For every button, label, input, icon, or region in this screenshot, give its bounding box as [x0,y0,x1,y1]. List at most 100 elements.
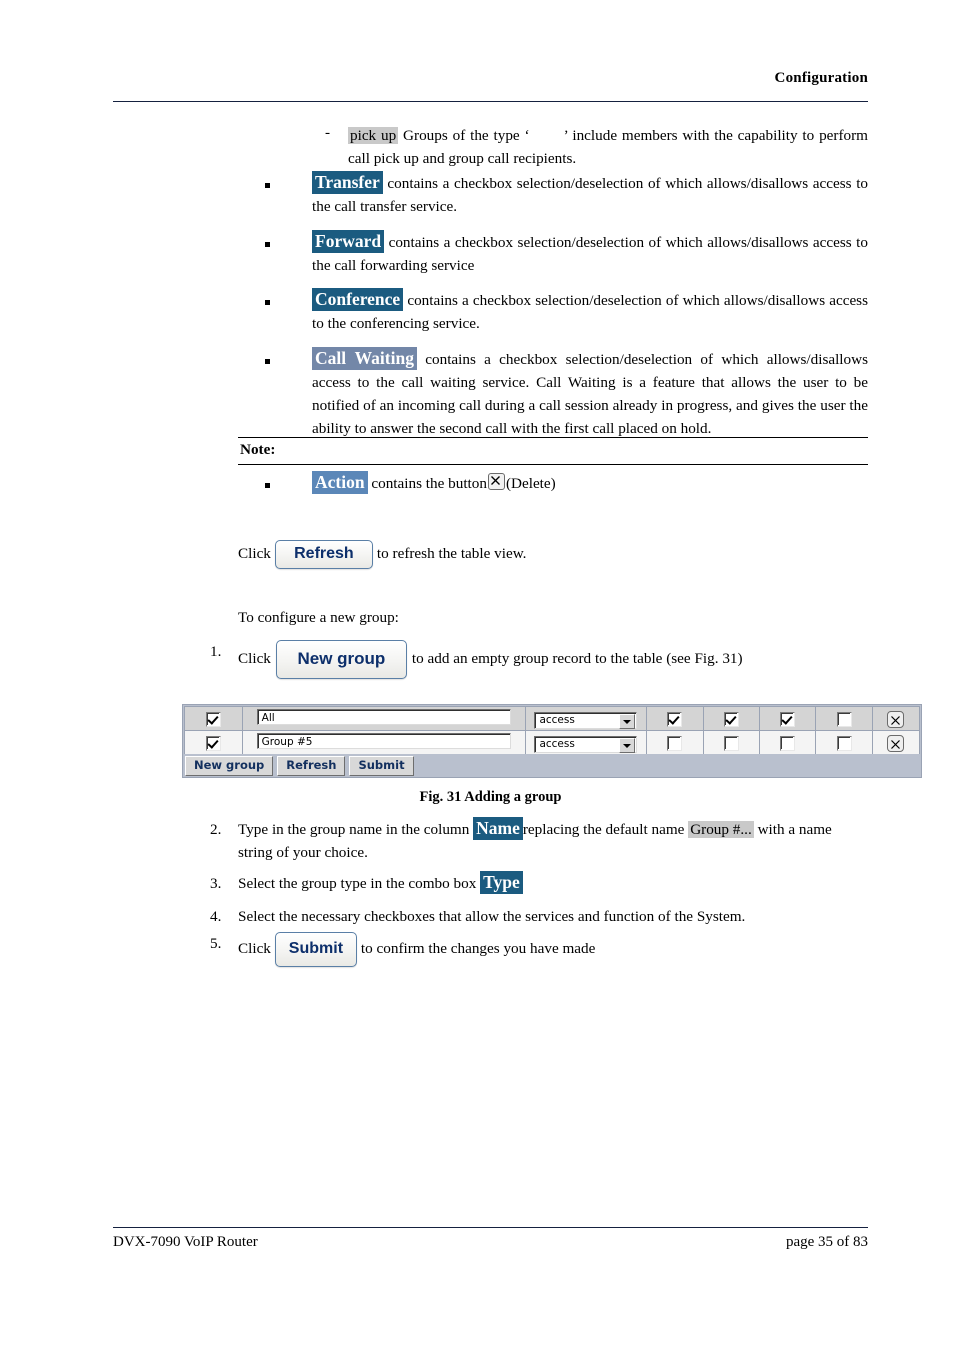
bullet-text: contains a checkbox selection/deselectio… [312,175,869,216]
footer-page-number: page 35 of 83 [785,1234,868,1250]
figure-adding-a-group: All access Group #5 access New group Ref… [182,704,922,778]
row-service-cell-2[interactable] [702,706,761,731]
footer-divider [113,1227,868,1228]
service-bullet-list: Transfer contains a checkbox selection/d… [265,171,869,453]
highlight-default-group-name: Group #... [688,821,754,838]
page-header: Configuration [113,70,868,87]
group-type-select[interactable]: access [534,736,638,753]
step-body: Click New group to add an empty group reco… [238,640,870,679]
table-row: All access [184,706,921,731]
row-service-cell-1[interactable] [646,730,704,755]
row-service-cell-1[interactable] [646,706,704,731]
highlight-forward: Forward [312,229,385,253]
group-type-select[interactable]: access [534,712,638,729]
bullet-body: Forward contains a checkbox selection/de… [312,229,868,278]
step-number: 5. [210,935,222,952]
highlight-type-combobox: Type [480,871,523,894]
table-row: Group #5 access [184,730,921,755]
toolbar-new-group-button[interactable]: New group [185,756,274,776]
service-checkbox[interactable] [723,712,739,727]
service-checkbox[interactable] [780,712,796,727]
row-service-cell-4[interactable] [815,706,873,731]
step-number: 1. [210,643,222,660]
service-checkbox[interactable] [723,736,739,751]
toolbar-refresh-button[interactable]: Refresh [277,756,346,776]
service-checkbox[interactable] [667,712,683,727]
row-action-cell[interactable] [871,730,921,755]
row-service-cell-3[interactable] [758,706,817,731]
chevron-down-icon[interactable] [619,714,636,729]
row-action-cell[interactable] [871,706,921,731]
note-label: Note: [240,441,276,458]
figure-toolbar: New group Refresh Submit [184,754,920,777]
square-bullet-icon [265,241,270,247]
group-name-input[interactable]: All [256,708,511,725]
note-text-after: (Delete) [505,475,556,492]
delete-x-icon[interactable] [887,735,905,752]
step-number: 2. [210,821,222,838]
header-title: Configuration [774,70,868,86]
step-tail-text: to add an empty group record to the tabl… [411,649,743,667]
click-label: Click [238,649,271,667]
step-3: 3. Select the group type in the combo bo… [210,871,868,895]
row-service-cell-2[interactable] [702,730,761,755]
step-2: 2. Type in the group name in the column … [210,817,868,865]
service-checkbox[interactable] [780,736,796,751]
refresh-button[interactable]: Refresh [274,540,373,569]
highlight-pickup: pick up [348,127,399,144]
step-text-middle: replacing the default name [522,821,685,838]
note-divider-bottom [238,464,868,465]
page-footer: DVX-7090 VoIP Router page 35 of 83 [113,1234,868,1251]
service-checkbox[interactable] [836,736,852,751]
figure-caption: Fig. 31 Adding a group [419,789,562,805]
click-label: Click [238,940,271,958]
service-checkbox[interactable] [836,712,852,727]
dash-item-body: pick up Groups of the type ‘’ include me… [348,124,868,171]
note-divider-top [238,437,868,438]
row-service-cell-3[interactable] [758,730,817,755]
bullet-item-conference: Conference contains a checkbox selection… [265,288,868,336]
note-text-before: contains the button [371,475,487,492]
square-bullet-icon [265,483,270,488]
step-4: 4. Select the necessary checkboxes that … [210,905,868,928]
highlight-conference: Conference [312,288,404,311]
highlight-call-waiting: Call Waiting [312,346,417,370]
step-body: Select the group type in the combo box T… [238,871,868,895]
step-5: 5. Click Submit to confirm the changes you… [210,932,868,968]
step-body: Select the necessary checkboxes that all… [238,908,746,925]
service-checkbox[interactable] [667,736,683,751]
bullet-item-call-waiting: Call Waiting contains a checkbox selecti… [265,346,868,441]
square-bullet-icon [265,183,270,188]
chevron-down-icon[interactable] [619,738,636,753]
delete-x-icon [487,473,505,490]
new-group-button[interactable]: New group [275,640,407,679]
step-1: 1. Click New group to add an empty group r… [210,640,870,679]
click-label: Click [238,544,271,562]
delete-x-icon[interactable] [887,711,905,728]
bullet-body: Transfer contains a checkbox selection/d… [312,171,869,219]
footer-product-name: DVX-7090 VoIP Router [113,1234,258,1250]
step-text-before: Select the group type in the combo box [238,875,477,892]
document-page: Configuration - pick up Groups of the ty… [0,0,954,1350]
row-enabled-cell[interactable] [184,730,243,755]
submit-button[interactable]: Submit [274,932,357,968]
dash-marker: - [325,124,331,141]
step-number: 3. [210,875,222,892]
row-enabled-checkbox[interactable] [205,736,221,751]
step-body: Type in the group name in the column Nam… [238,817,868,865]
row-service-cell-4[interactable] [815,730,873,755]
row-type-cell[interactable]: access [524,730,648,755]
dash-text-before: Groups of the type ‘ [403,127,530,144]
row-name-cell[interactable]: Group #5 [241,730,526,755]
bullet-body: Conference contains a checkbox selection… [312,288,868,336]
group-name-input[interactable]: Group #5 [256,732,511,749]
toolbar-submit-button[interactable]: Submit [349,756,414,776]
bullet-text: contains a checkbox selection/deselectio… [312,233,868,274]
row-enabled-cell[interactable] [184,706,243,731]
row-type-cell[interactable]: access [524,706,648,731]
bullet-body: Action contains the button (Delete) [312,471,868,495]
step-number: 4. [210,908,222,925]
highlight-name-column: Name [473,817,523,840]
row-enabled-checkbox[interactable] [205,712,221,727]
row-name-cell[interactable]: All [241,706,526,731]
